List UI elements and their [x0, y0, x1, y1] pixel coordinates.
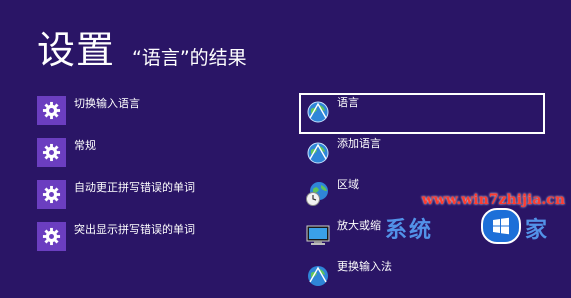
result-label: 添加语言	[337, 137, 381, 150]
watermark-logo-text-2: 家	[525, 217, 550, 243]
result-label: 突出显示拼写错误的单词	[74, 223, 195, 236]
result-label: 更换输入法	[337, 260, 392, 273]
search-results-subtitle: “语言”的结果	[132, 47, 247, 69]
result-add-language[interactable]: 添加语言	[299, 134, 545, 175]
gear-icon	[37, 180, 66, 209]
result-autocorrect-misspelled[interactable]: 自动更正拼写错误的单词	[37, 180, 277, 222]
settings-results-list: 切换输入语言 常规 自动更正拼写错误的单词 突出显示拼写错误的单词	[37, 96, 277, 264]
gear-icon	[37, 138, 66, 167]
windows-logo-icon	[481, 208, 521, 244]
gear-icon	[37, 222, 66, 251]
watermark-logo: 系统 家	[385, 206, 571, 246]
region-clock-globe-icon	[303, 179, 332, 208]
result-label: 放大或缩	[337, 219, 381, 232]
language-globe-icon	[303, 261, 332, 290]
monitor-icon	[303, 220, 332, 249]
result-highlight-misspelled[interactable]: 突出显示拼写错误的单词	[37, 222, 277, 264]
watermark-logo-text: 系统	[385, 217, 434, 243]
language-globe-icon	[303, 138, 332, 167]
result-label: 自动更正拼写错误的单词	[74, 181, 195, 194]
result-general[interactable]: 常规	[37, 138, 277, 180]
result-label: 切换输入语言	[74, 97, 140, 110]
result-label: 区域	[337, 178, 359, 191]
language-globe-icon	[303, 97, 332, 126]
result-label: 常规	[74, 139, 96, 152]
gear-icon	[37, 96, 66, 125]
result-language[interactable]: 语言	[299, 93, 545, 134]
result-change-input-method[interactable]: 更换输入法	[299, 257, 545, 298]
result-label: 语言	[337, 96, 359, 109]
result-switch-input-language[interactable]: 切换输入语言	[37, 96, 277, 138]
page-title: 设置	[37, 28, 116, 72]
